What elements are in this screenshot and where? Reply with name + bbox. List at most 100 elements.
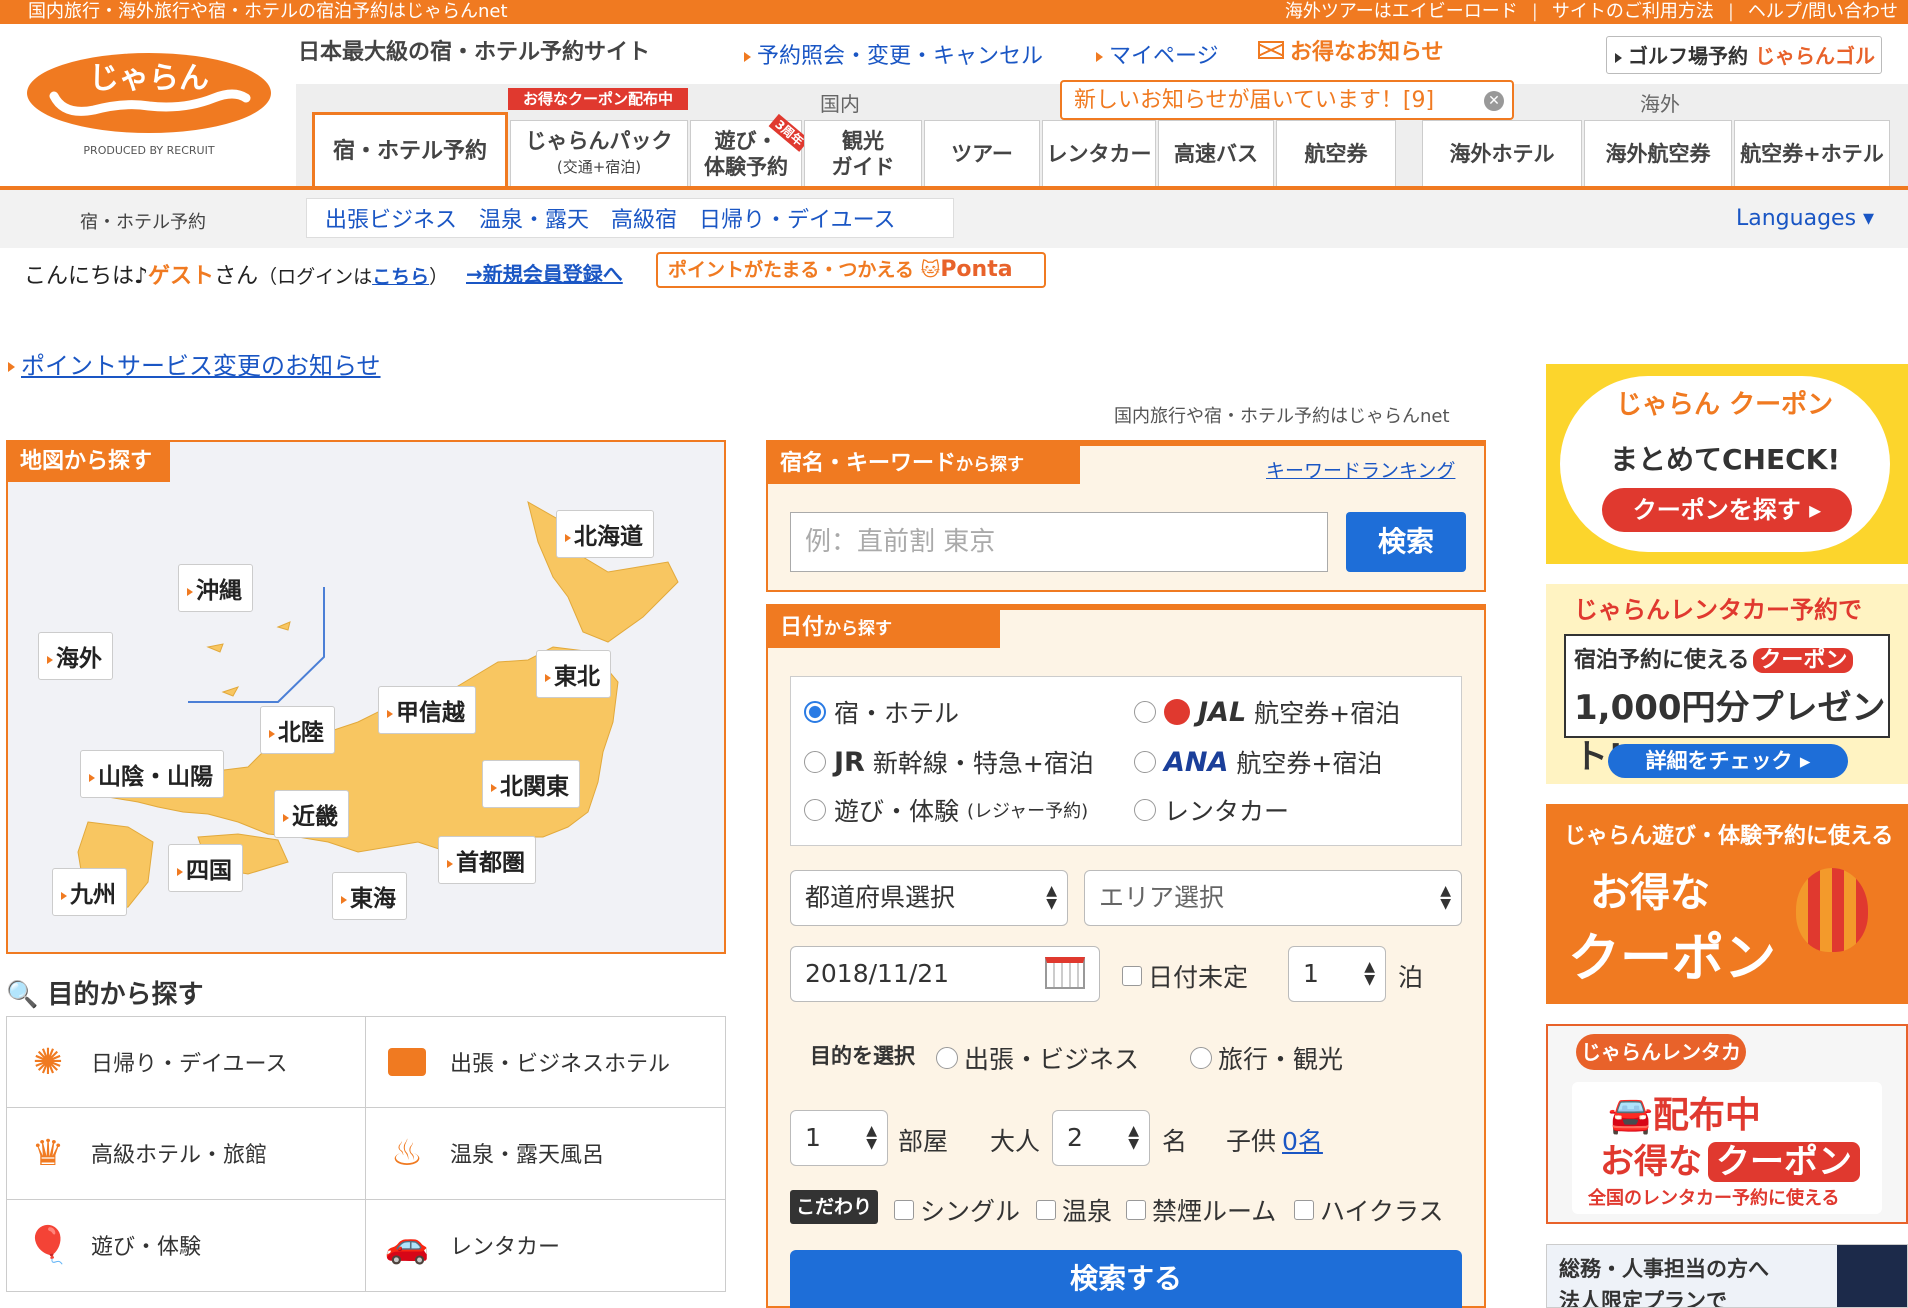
produced-by: PRODUCED BY RECRUIT: [83, 144, 214, 157]
map-region-hokuriku[interactable]: 北陸: [260, 706, 335, 754]
login-link[interactable]: こちら: [372, 266, 429, 288]
languages-dropdown[interactable]: Languages ▾: [1736, 206, 1874, 231]
map-region-tokai[interactable]: 東海: [332, 872, 407, 920]
car-icon: 🚗: [384, 1225, 430, 1267]
map-region-shutoken[interactable]: 首都圏: [438, 836, 536, 884]
help-link[interactable]: ヘルプ/問い合わせ: [1748, 0, 1898, 24]
new-member-link[interactable]: →新規会員登録へ: [466, 258, 623, 287]
mypage-link[interactable]: マイページ: [1096, 38, 1219, 70]
tab-sightseeing-guide[interactable]: 観光 ガイド: [804, 120, 922, 186]
tab-overseas-airline[interactable]: 海外航空券: [1584, 120, 1732, 186]
banner-coupon-check[interactable]: じゃらん クーポン まとめてCHECK! クーポンを探す ▸: [1546, 364, 1908, 564]
map-region-kitakanto[interactable]: 北関東: [482, 760, 580, 808]
coupon-badge: お得なクーポン配布中: [508, 88, 688, 110]
adults-select[interactable]: 2 ▲ ▼: [1052, 1110, 1150, 1166]
subnav-link-onsen[interactable]: 温泉・露天: [479, 202, 589, 234]
children-link[interactable]: 0名: [1282, 1122, 1323, 1158]
subnav-link-business[interactable]: 出張ビジネス: [325, 202, 457, 234]
banner-rental-car-distribution[interactable]: じゃらんレンタカー 🚘配布中 お得なクーポン 全国のレンタカー予約に使える: [1546, 1024, 1908, 1224]
search-button[interactable]: 検索する: [790, 1250, 1462, 1308]
radio-jal-flight-hotel[interactable]: JAL 航空券+宿泊: [1134, 694, 1400, 730]
tab-activities[interactable]: 遊び・ 体験予約 3周年: [690, 113, 810, 186]
point-notice-link[interactable]: ポイントサービス変更のお知らせ: [8, 346, 381, 381]
banner-rental-car-coupon[interactable]: じゃらんレンタカー予約で 宿泊予約に使える クーポン 1,000円分プレゼント! …: [1546, 584, 1908, 784]
deals-label: お得なお知らせ: [1290, 40, 1444, 65]
date-box-title: 日付から探す: [768, 608, 1000, 648]
map-region-shikoku[interactable]: 四国: [168, 844, 243, 892]
keyword-input[interactable]: 例：直前割 東京: [790, 512, 1328, 572]
jal-logo: [1164, 699, 1190, 725]
purpose-item-rental-car[interactable]: 🚗 レンタカー: [366, 1200, 725, 1291]
tab-jalan-pack[interactable]: じゃらんパック (交通+宿泊): [510, 120, 688, 186]
tab-highway-bus[interactable]: 高速バス: [1158, 120, 1274, 186]
ponta-link[interactable]: ポイントがたまる・つかえる 🐱Ponta: [656, 252, 1046, 288]
rooms-select[interactable]: 1 ▲ ▼: [790, 1110, 888, 1166]
map-region-hokkaido[interactable]: 北海道: [556, 510, 654, 558]
date-undecided-checkbox[interactable]: 日付未定: [1122, 958, 1248, 994]
tab-rental-car[interactable]: レンタカー: [1042, 120, 1156, 186]
map-region-overseas[interactable]: 海外: [38, 632, 113, 680]
radio-hotel[interactable]: 宿・ホテル: [804, 694, 959, 730]
radio-jr-train-hotel[interactable]: JR 新幹線・特急+宿泊: [804, 744, 1094, 780]
adults-label: 大人: [990, 1127, 1041, 1156]
map-box-title: 地図から探す: [8, 442, 170, 482]
greeting: こんにちは♪ゲストさん（ログインはこちら）: [24, 264, 449, 289]
map-region-sanin-sanyo[interactable]: 山陰・山陽: [80, 750, 224, 798]
checkbox-onsen[interactable]: 温泉: [1036, 1192, 1112, 1228]
subnav-link-dayuse[interactable]: 日帰り・デイユース: [699, 202, 895, 234]
jalan-logo[interactable]: じゃらん PRODUCED BY RECRUIT: [24, 48, 274, 166]
keyword-search-button[interactable]: 検索: [1346, 512, 1466, 572]
tagline: 日本最大級の宿・ホテル予約サイト: [298, 40, 651, 65]
purpose-item-business[interactable]: 出張・ビジネスホテル: [366, 1017, 725, 1109]
close-icon[interactable]: ✕: [1484, 91, 1504, 111]
radio-activities[interactable]: 遊び・体験 (レジャー予約): [804, 792, 1088, 828]
how-to-use-link[interactable]: サイトのご利用方法: [1552, 0, 1714, 24]
radio-ana-flight-hotel[interactable]: ANA 航空券+宿泊: [1134, 744, 1382, 780]
nights-unit: 泊: [1398, 963, 1424, 992]
checkbox-nonsmoking[interactable]: 禁煙ルーム: [1126, 1192, 1276, 1228]
overseas-group-label: 海外: [1640, 92, 1680, 116]
radio-rental-car[interactable]: レンタカー: [1134, 792, 1289, 828]
purpose-item-dayuse[interactable]: ✺ 日帰り・デイユース: [7, 1017, 366, 1109]
banner-corporate[interactable]: 総務・人事担当の方へ 法人限定プランで: [1546, 1244, 1908, 1308]
purpose-item-activities[interactable]: 🎈 遊び・体験: [7, 1199, 366, 1291]
abroad-tour-link[interactable]: 海外ツアーはエイビーロード: [1285, 0, 1518, 24]
notice-popup[interactable]: 新しいお知らせが届いています！[9] ✕: [1060, 80, 1514, 120]
map-region-tohoku[interactable]: 東北: [536, 650, 611, 698]
tab-overseas-hotel[interactable]: 海外ホテル: [1422, 120, 1582, 186]
coupon-search-button[interactable]: クーポンを探す ▸: [1602, 488, 1852, 532]
map-region-kyushu[interactable]: 九州: [52, 868, 127, 916]
purpose-item-luxury[interactable]: ♛ 高級ホテル・旅館: [7, 1108, 366, 1200]
nights-select[interactable]: 1 ▲ ▼: [1288, 946, 1386, 1002]
hot-air-balloon-icon: [1796, 868, 1868, 952]
area-select[interactable]: エリア選択 ▲ ▼: [1084, 870, 1462, 926]
keyword-ranking-link[interactable]: キーワードランキング: [1266, 456, 1455, 483]
map-region-koshinetsu[interactable]: 甲信越: [378, 686, 476, 734]
notice-popup-text: 新しいお知らせが届いています！[9]: [1074, 88, 1435, 113]
golf-reservation-link[interactable]: ゴルフ場予約 じゃらんゴルフ: [1606, 36, 1882, 106]
purpose-title: 🔍 目的から探す: [6, 980, 204, 1010]
deals-link[interactable]: お得なお知らせ: [1258, 34, 1444, 66]
map-region-okinawa[interactable]: 沖縄: [178, 564, 253, 612]
checkbox-highclass[interactable]: ハイクラス: [1294, 1192, 1444, 1228]
tab-airline-hotel[interactable]: 航空券+ホテル: [1734, 120, 1890, 186]
subnav-link-luxury[interactable]: 高級宿: [611, 202, 677, 234]
prefecture-select[interactable]: 都道府県選択 ▲ ▼: [790, 870, 1068, 926]
calendar-icon[interactable]: [1045, 957, 1085, 989]
tab-tour[interactable]: ツアー: [924, 120, 1040, 186]
briefcase-icon: [386, 1041, 428, 1083]
tab-airline[interactable]: 航空券: [1276, 120, 1396, 186]
map-region-kinki[interactable]: 近畿: [274, 790, 349, 838]
purpose-item-onsen[interactable]: ♨ 温泉・露天風呂: [366, 1108, 725, 1200]
checkbox-single[interactable]: シングル: [894, 1192, 1020, 1228]
radio-purpose-leisure[interactable]: 旅行・観光: [1190, 1040, 1343, 1076]
kodawari-label: こだわり: [790, 1190, 879, 1224]
ponta-icon: 🐱: [920, 259, 941, 281]
banner-activity-coupon[interactable]: じゃらん遊び・体験予約に使える お得な クーポン: [1546, 804, 1908, 1004]
radio-purpose-business[interactable]: 出張・ビジネス: [936, 1040, 1139, 1076]
reservation-lookup-link[interactable]: 予約照会・変更・キャンセル: [744, 38, 1043, 70]
logo-text: じゃらん: [89, 61, 209, 96]
rooms-unit: 部屋: [898, 1127, 949, 1156]
checkin-date-input[interactable]: 2018/11/21: [790, 946, 1100, 1002]
tab-hotel-reservation[interactable]: 宿・ホテル予約: [312, 112, 508, 188]
